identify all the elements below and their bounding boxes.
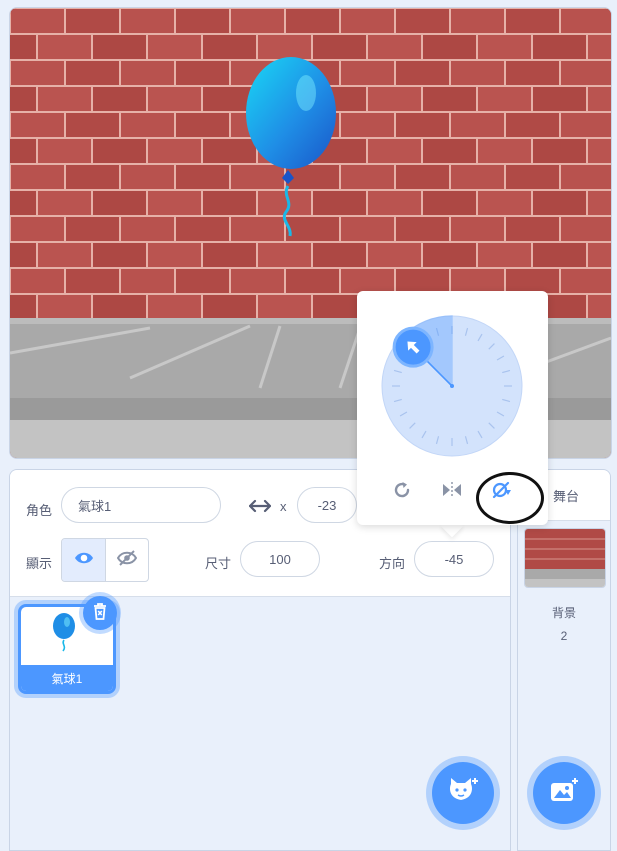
stage-title: 舞台 <box>552 488 579 504</box>
left-right-button[interactable] <box>435 475 469 509</box>
direction-dial[interactable] <box>381 315 523 462</box>
choose-backdrop-button[interactable] <box>533 762 595 824</box>
dont-rotate-icon <box>491 480 513 505</box>
hide-button[interactable] <box>105 539 148 581</box>
direction-popover <box>357 291 548 525</box>
size-label: 尺寸 <box>205 556 232 571</box>
cat-plus-icon <box>447 776 479 811</box>
direction-label: 方向 <box>379 556 406 571</box>
size-input[interactable]: 100 <box>240 541 320 577</box>
show-button[interactable] <box>62 539 105 581</box>
direction-input[interactable]: -45 <box>414 541 494 577</box>
image-plus-icon <box>549 777 579 810</box>
sprite-thumbnail-name: 氣球1 <box>21 665 113 691</box>
x-input[interactable]: -23 <box>297 487 357 523</box>
horizontal-arrows-icon <box>248 499 272 518</box>
eye-slash-icon <box>116 549 138 572</box>
sprite-info-panel: 角色 氣球1 x -23 顯示 尺寸 100 方向 -45 氣球1 <box>9 469 511 851</box>
all-around-icon <box>392 480 412 505</box>
visibility-toggle <box>61 538 149 582</box>
stage-selector[interactable]: 舞台 背景 2 <box>517 469 611 851</box>
balloon-thumbnail-icon <box>51 613 77 658</box>
sprite-name-input[interactable]: 氣球1 <box>61 487 221 523</box>
x-label: x <box>280 499 287 514</box>
stage-thumbnail[interactable] <box>524 528 606 588</box>
left-right-icon <box>441 481 463 504</box>
backdrops-label: 背景 <box>551 606 576 620</box>
backdrops-count: 2 <box>560 629 568 643</box>
show-label: 顯示 <box>26 556 53 571</box>
dont-rotate-button[interactable] <box>485 475 519 509</box>
choose-sprite-button[interactable] <box>432 762 494 824</box>
delete-sprite-button[interactable] <box>83 596 117 630</box>
all-around-button[interactable] <box>385 475 419 509</box>
sprite-name-label: 角色 <box>26 503 53 518</box>
trash-icon <box>92 602 108 625</box>
eye-icon <box>74 551 94 570</box>
